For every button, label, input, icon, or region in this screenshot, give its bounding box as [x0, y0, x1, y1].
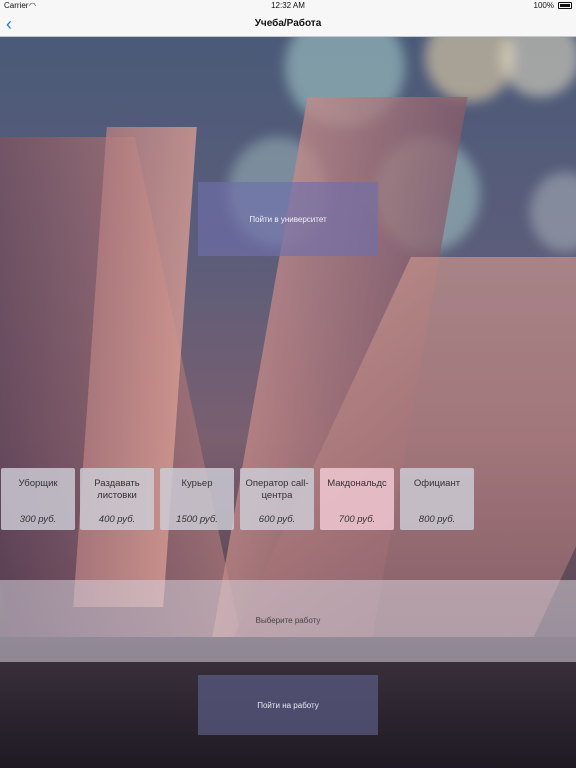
job-card-flyers[interactable]: Раздавать листовки 400 руб. [80, 468, 154, 530]
job-card-waiter[interactable]: Официант 800 руб. [400, 468, 474, 530]
job-card-cleaner[interactable]: Уборщик 300 руб. [1, 468, 75, 530]
job-name: Раздавать листовки [94, 478, 140, 501]
battery-icon [558, 2, 572, 9]
job-selection-status: Выберите работу [0, 580, 576, 662]
job-name: Официант [413, 478, 461, 489]
job-list: Уборщик 300 руб. Раздавать листовки 400 … [0, 468, 576, 530]
job-price: 800 руб. [418, 514, 456, 525]
job-name: Макдональдс [327, 478, 387, 489]
job-name: Курьер [181, 478, 213, 489]
go-to-work-button[interactable]: Пойти на работу [198, 675, 378, 735]
job-price: 700 руб. [338, 514, 376, 525]
page-title: Учеба/Работа [254, 18, 322, 29]
status-time: 12:32 AM [271, 1, 305, 10]
job-price: 600 руб. [258, 514, 296, 525]
job-name: Оператор call-центра [245, 478, 309, 501]
choose-job-label: Выберите работу [255, 616, 321, 625]
job-price: 300 руб. [19, 514, 57, 525]
job-name: Уборщик [18, 478, 58, 489]
navigation-bar: ‹ Учеба/Работа [0, 12, 576, 37]
job-price: 400 руб. [98, 514, 136, 525]
go-to-university-button[interactable]: Пойти в университет [198, 182, 378, 256]
job-card-mcdonalds[interactable]: Макдональдс 700 руб. [320, 468, 394, 530]
status-bar: Carrier ◠ 12:32 AM 100% [0, 0, 576, 12]
job-card-call-center[interactable]: Оператор call-центра 600 руб. [240, 468, 314, 530]
battery-percent: 100% [533, 1, 554, 10]
job-price: 1500 руб. [176, 514, 218, 525]
job-card-courier[interactable]: Курьер 1500 руб. [160, 468, 234, 530]
